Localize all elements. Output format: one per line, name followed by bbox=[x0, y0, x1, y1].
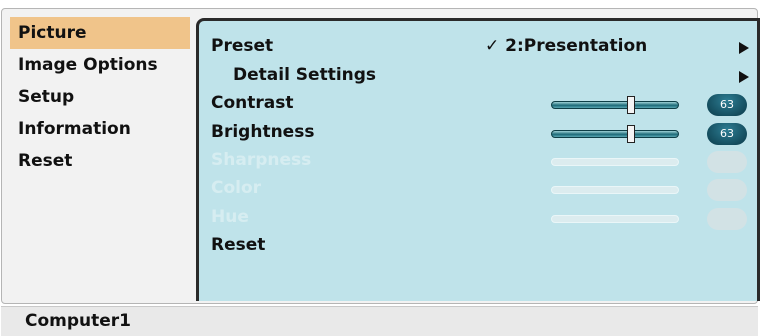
sharpness-value-badge bbox=[707, 151, 747, 173]
triangle-right-icon bbox=[739, 42, 749, 54]
sidebar: Picture Image Options Setup Information … bbox=[10, 17, 190, 177]
preset-row[interactable]: Preset ✓ 2:Presentation bbox=[199, 34, 760, 62]
brightness-slider[interactable] bbox=[551, 125, 679, 143]
contrast-row[interactable]: Contrast 63 bbox=[199, 91, 760, 119]
picture-panel: Preset ✓ 2:Presentation Detail Settings … bbox=[196, 18, 760, 301]
color-value-badge bbox=[707, 179, 747, 201]
brightness-row[interactable]: Brightness 63 bbox=[199, 120, 760, 148]
sidebar-item-setup[interactable]: Setup bbox=[10, 81, 190, 113]
hue-value-badge bbox=[707, 208, 747, 230]
color-slider bbox=[551, 186, 679, 194]
color-row: Color bbox=[199, 176, 760, 204]
reset-row[interactable]: Reset bbox=[199, 233, 760, 261]
input-source-label: Computer1 bbox=[25, 311, 132, 331]
status-bar: Computer1 bbox=[1, 306, 758, 336]
sidebar-item-information[interactable]: Information bbox=[10, 113, 190, 145]
sidebar-item-image-options[interactable]: Image Options bbox=[10, 49, 190, 81]
hue-label: Hue bbox=[211, 207, 249, 227]
hue-slider bbox=[551, 215, 679, 223]
color-label: Color bbox=[211, 178, 262, 198]
contrast-value-badge: 63 bbox=[707, 94, 747, 116]
sharpness-label: Sharpness bbox=[211, 150, 312, 170]
brightness-label: Brightness bbox=[211, 122, 315, 142]
brightness-value-badge: 63 bbox=[707, 123, 747, 145]
detail-settings-label: Detail Settings bbox=[233, 65, 377, 85]
detail-settings-row[interactable]: Detail Settings bbox=[199, 63, 760, 91]
preset-label: Preset bbox=[211, 36, 274, 56]
triangle-right-icon bbox=[739, 71, 749, 83]
contrast-label: Contrast bbox=[211, 93, 294, 113]
reset-label: Reset bbox=[211, 235, 266, 255]
sharpness-row: Sharpness bbox=[199, 148, 760, 176]
preset-value: ✓ 2:Presentation bbox=[485, 36, 648, 56]
sidebar-item-reset[interactable]: Reset bbox=[10, 145, 190, 177]
contrast-slider[interactable] bbox=[551, 96, 679, 114]
contrast-slider-thumb[interactable] bbox=[627, 96, 636, 114]
brightness-slider-thumb[interactable] bbox=[627, 125, 636, 143]
sidebar-item-picture[interactable]: Picture bbox=[10, 17, 190, 49]
sharpness-slider bbox=[551, 158, 679, 166]
hue-row: Hue bbox=[199, 205, 760, 233]
